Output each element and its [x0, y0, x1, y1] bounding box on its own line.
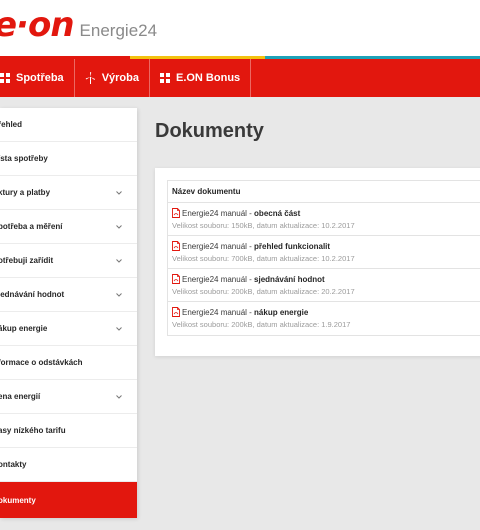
grid-icon	[0, 73, 10, 83]
sidebar-item-label: jednávání hodnot	[0, 290, 65, 299]
document-meta: Velikost souboru: 150kB, datum aktualiza…	[172, 221, 355, 230]
chevron-down-icon	[116, 259, 122, 263]
sidebar-item-label: ktury a platby	[0, 188, 51, 197]
document-name-prefix: Energie24 manuál -	[182, 307, 255, 317]
sidebar-item-label: potřeba a měření	[0, 222, 63, 231]
sidebar-item-casy-nizkeho-tarifu[interactable]: asy nízkého tarifu	[0, 414, 137, 448]
document-name-prefix: Energie24 manuál -	[182, 274, 255, 284]
sidebar-item-mista-spotreby[interactable]: ísta spotřeby	[0, 142, 137, 176]
document-link[interactable]: Energie24 manuál - sjednávání hodnot	[182, 275, 325, 284]
table-row: Energie24 manuál - sjednávání hodnot Vel…	[168, 269, 480, 302]
table-header: Název dokumentu	[168, 181, 480, 203]
document-name-bold: sjednávání hodnot	[254, 274, 325, 284]
app-header: e·on Energie24	[0, 0, 480, 59]
sidebar-item-label: řehled	[0, 120, 23, 129]
sidebar-item-informace-o-odstavkach[interactable]: formace o odstávkách	[0, 346, 137, 380]
sidebar-item-prehled[interactable]: řehled	[0, 108, 137, 142]
sidebar-item-nakup-energie[interactable]: ákup energie	[0, 312, 137, 346]
sidebar-item-kontakty[interactable]: ontakty	[0, 448, 137, 482]
chevron-down-icon	[116, 327, 122, 331]
document-link[interactable]: Energie24 manuál - obecná část	[182, 209, 300, 218]
document-meta: Velikost souboru: 200kB, datum aktualiza…	[172, 320, 351, 329]
sidebar-item-potrebuji-zaridit[interactable]: otřebuji zařídit	[0, 244, 137, 278]
nav-item-eon-bonus[interactable]: E.ON Bonus	[150, 59, 252, 97]
top-navigation: Spotřeba Výroba E.ON Bonus	[0, 59, 480, 97]
document-meta: Velikost souboru: 200kB, datum aktualiza…	[172, 287, 355, 296]
table-row: Energie24 manuál - nákup energie Velikos…	[168, 302, 480, 335]
document-link[interactable]: Energie24 manuál - nákup energie	[182, 308, 308, 317]
sidebar-item-dokumenty[interactable]: okumenty	[0, 482, 137, 518]
chevron-down-icon	[116, 191, 122, 195]
sidebar-item-label: ontakty	[0, 460, 27, 469]
document-name-bold: obecná část	[254, 208, 301, 218]
document-link[interactable]: Energie24 manuál - přehled funkcionalit	[182, 242, 330, 251]
document-name-prefix: Energie24 manuál -	[182, 241, 255, 251]
document-meta: Velikost souboru: 700kB, datum aktualiza…	[172, 254, 355, 263]
nav-item-label: Spotřeba	[16, 72, 64, 84]
sidebar-item-label: ákup energie	[0, 324, 48, 333]
document-name-bold: přehled funkcionalit	[254, 241, 331, 251]
product-name: Energie24	[79, 21, 158, 40]
pdf-file-icon	[172, 241, 180, 251]
sidebar-item-label: otřebuji zařídit	[0, 256, 54, 265]
documents-card: Název dokumentu Energie24 manuál - obecn…	[155, 168, 480, 356]
sidebar-item-label: asy nízkého tarifu	[0, 426, 66, 435]
eon-logo[interactable]: e·on Energie24	[0, 8, 157, 42]
table-row: Energie24 manuál - obecná část Velikost …	[168, 203, 480, 236]
pdf-file-icon	[172, 274, 180, 284]
pdf-file-icon	[172, 208, 180, 218]
sidebar-item-sjednavani-hodnot[interactable]: jednávání hodnot	[0, 278, 137, 312]
nav-item-label: E.ON Bonus	[175, 72, 241, 84]
chevron-down-icon	[116, 293, 122, 297]
wind-turbine-icon	[85, 72, 96, 84]
sidebar-item-cena-energii[interactable]: ena energií	[0, 380, 137, 414]
sidebar-item-faktury-a-platby[interactable]: ktury a platby	[0, 176, 137, 210]
grid-icon	[159, 73, 170, 83]
document-name-prefix: Energie24 manuál -	[182, 208, 255, 218]
table-row: Energie24 manuál - přehled funkcionalit …	[168, 236, 480, 269]
sidebar-item-label: formace o odstávkách	[0, 358, 83, 367]
chevron-down-icon	[116, 225, 122, 229]
nav-item-label: Výroba	[101, 72, 139, 84]
sidebar-item-label: okumenty	[0, 495, 36, 505]
nav-item-vyroba[interactable]: Výroba	[75, 59, 150, 97]
logo-mark: e·on	[0, 5, 75, 45]
documents-table: Název dokumentu Energie24 manuál - obecn…	[167, 180, 480, 336]
sidebar: řehled ísta spotřeby ktury a platby potř…	[0, 108, 137, 518]
chevron-down-icon	[116, 395, 122, 399]
page-title: Dokumenty	[155, 120, 264, 142]
pdf-file-icon	[172, 307, 180, 317]
sidebar-item-label: ena energií	[0, 392, 41, 401]
sidebar-item-label: ísta spotřeby	[0, 154, 48, 163]
sidebar-item-spotreba-a-mereni[interactable]: potřeba a měření	[0, 210, 137, 244]
nav-item-spotreba[interactable]: Spotřeba	[0, 59, 75, 97]
document-name-bold: nákup energie	[254, 307, 309, 317]
